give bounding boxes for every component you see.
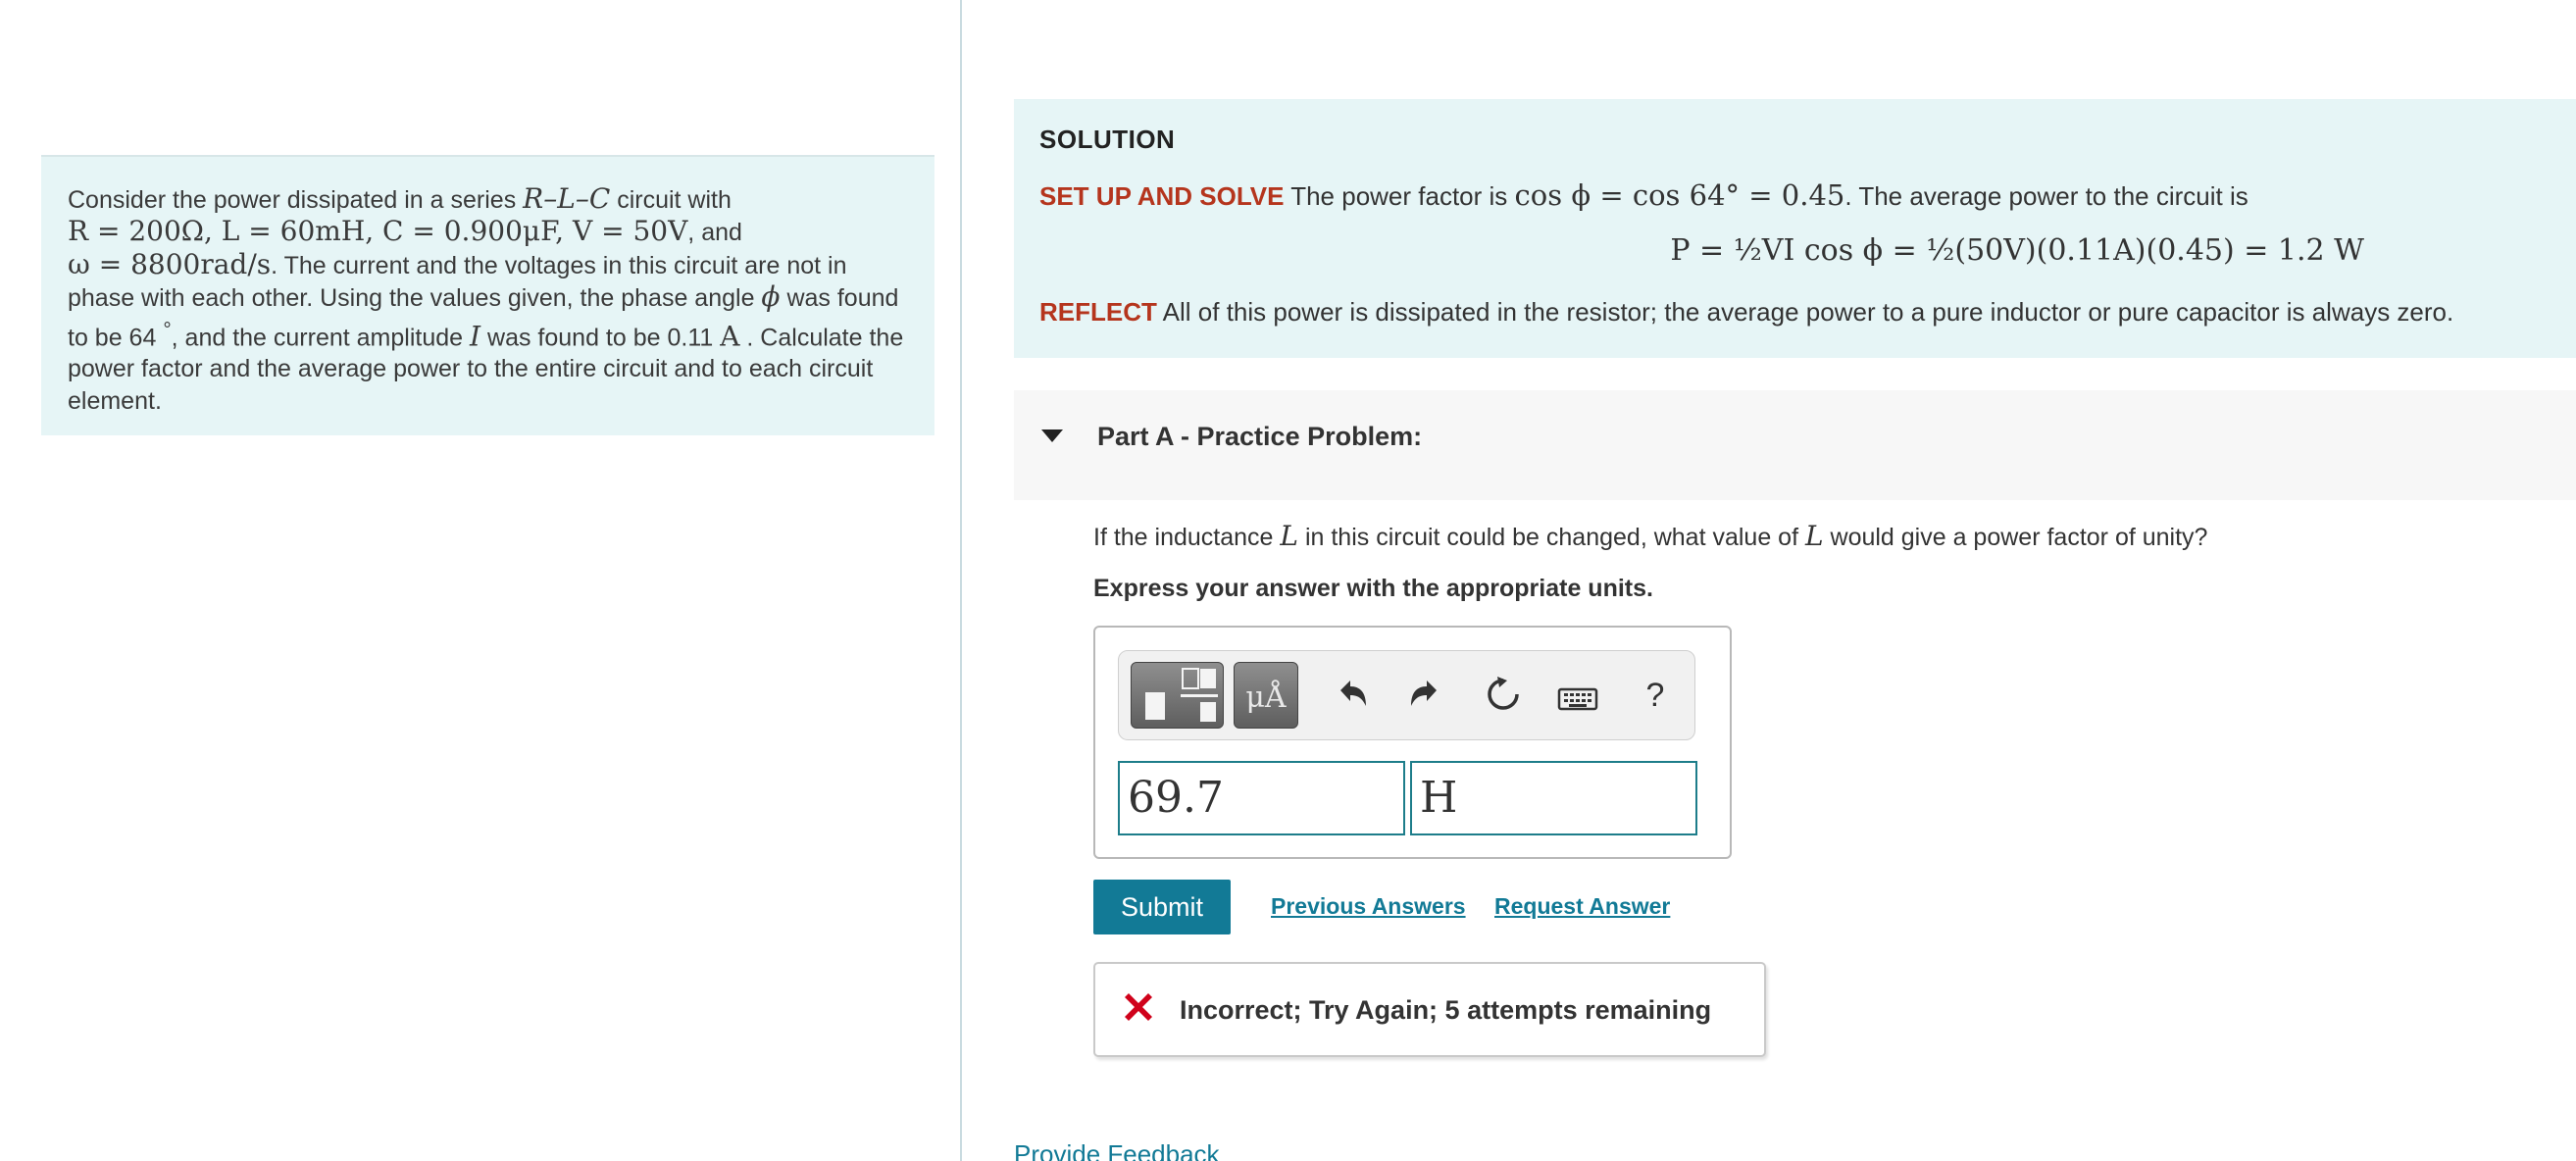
average-power-equation: P = ½VI cos ϕ = ½(50V)(0.11A)(0.45) = 1.… <box>1670 233 2364 268</box>
reset-icon[interactable] <box>1482 673 1525 716</box>
feedback-text: Incorrect; Try Again; 5 attempts remaini… <box>1180 995 1712 1025</box>
setup-text: The power factor is <box>1284 181 1515 211</box>
power-factor-math: cos ϕ = cos 64° = 0.45 <box>1514 178 1845 212</box>
answer-unit-input[interactable]: H <box>1410 761 1697 835</box>
question-text: would give a power factor of unity? <box>1823 524 2208 551</box>
keyboard-icon[interactable] <box>1556 677 1599 720</box>
part-a-title: Part A - Practice Problem: <box>1097 422 1423 451</box>
previous-answers-link[interactable]: Previous Answers <box>1271 893 1466 920</box>
express-instruction: Express your answer with the appropriate… <box>1093 575 1653 602</box>
setup-text: . The average power to the circuit is <box>1844 181 2248 211</box>
incorrect-x-icon <box>1125 993 1152 1021</box>
problem-text-part: was found to be 0.11 <box>480 323 721 351</box>
request-answer-link[interactable]: Request Answer <box>1494 893 1670 920</box>
reflect-line: REFLECT All of this power is dissipated … <box>1039 297 2551 328</box>
degree-symbol: ° <box>163 318 172 341</box>
page: Consider the power dissipated in a serie… <box>0 0 2576 1161</box>
problem-text: Consider the power dissipated in a serie… <box>68 182 907 417</box>
rlc-math: R–L–C <box>523 182 611 215</box>
current-math: I <box>470 319 481 352</box>
answer-value-input[interactable]: 69.7 <box>1118 761 1405 835</box>
undo-icon[interactable] <box>1331 673 1374 716</box>
column-divider <box>960 0 962 1161</box>
ampere-unit: A <box>720 319 740 352</box>
feedback-message: Incorrect; Try Again; 5 attempts remaini… <box>1093 962 1766 1057</box>
setup-and-solve-line: SET UP AND SOLVE The power factor is cos… <box>1039 178 2551 212</box>
submit-button[interactable]: Submit <box>1093 880 1231 934</box>
collapse-caret-icon[interactable] <box>1041 429 1063 442</box>
part-a-header[interactable]: Part A - Practice Problem: <box>1014 390 2576 500</box>
math-toolbar: μÅ ? <box>1118 650 1695 740</box>
omega-math: ω = 8800rad/s <box>68 247 272 280</box>
provide-feedback-link[interactable]: Provide Feedback <box>1014 1139 1220 1161</box>
solution-panel: SOLUTION SET UP AND SOLVE The power fact… <box>1014 99 2576 358</box>
inductance-math: L <box>1280 520 1298 552</box>
help-button[interactable]: ? <box>1636 677 1675 715</box>
answer-box: μÅ ? 69.7 H <box>1093 626 1732 859</box>
phi-math: ϕ <box>761 280 781 314</box>
solution-title: SOLUTION <box>1039 125 1176 154</box>
setup-keyword: SET UP AND SOLVE <box>1039 181 1285 211</box>
circuit-values-math: R = 200Ω, L = 60mH, C = 0.900μF, V = 50V <box>68 215 688 248</box>
problem-text-part: , and <box>687 219 742 247</box>
question-text: If the inductance <box>1093 524 1281 551</box>
reflect-text: All of this power is dissipated in the r… <box>1156 297 2454 327</box>
problem-text-part: , and the current amplitude <box>171 323 471 351</box>
part-a-question: If the inductance L in this circuit coul… <box>1093 520 2207 552</box>
redo-icon[interactable] <box>1403 673 1446 716</box>
problem-text-part: Consider the power dissipated in a serie… <box>68 186 524 214</box>
templates-icon <box>1145 668 1218 722</box>
inductance-math: L <box>1804 520 1824 552</box>
reflect-keyword: REFLECT <box>1039 297 1157 327</box>
templates-button[interactable] <box>1131 662 1224 729</box>
problem-statement-panel: Consider the power dissipated in a serie… <box>41 155 934 435</box>
problem-text-part: circuit with <box>610 186 732 214</box>
units-button[interactable]: μÅ <box>1234 662 1298 729</box>
question-text: in this circuit could be changed, what v… <box>1298 524 1805 551</box>
